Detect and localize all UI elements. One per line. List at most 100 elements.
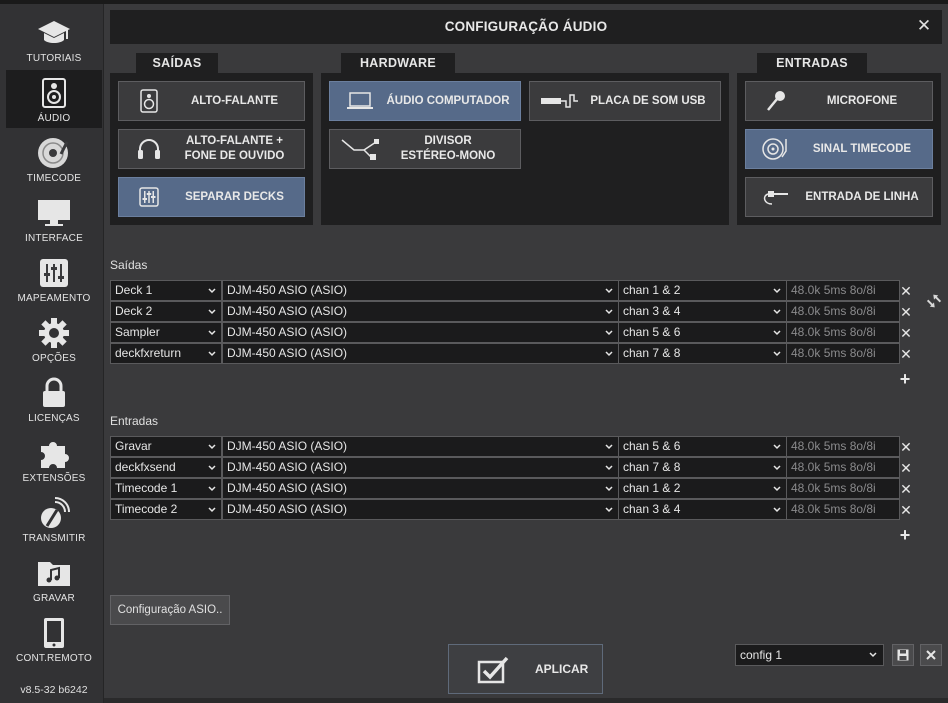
- speaker-output-button[interactable]: ALTO-FALANTE: [118, 81, 305, 121]
- remove-row-button[interactable]: ✕: [900, 440, 912, 454]
- delete-config-button[interactable]: [920, 644, 942, 666]
- chevron-down-icon: [605, 288, 613, 294]
- channel-pair: chan 7 & 8: [623, 346, 681, 360]
- channel-pair-select[interactable]: chan 3 & 4: [618, 499, 787, 520]
- sidebar-item-opcoes[interactable]: OPÇÕES: [6, 310, 102, 368]
- headphones-icon: [129, 130, 169, 168]
- speaker-icon: [6, 76, 102, 110]
- stereo-mono-splitter-button[interactable]: DIVISOR ESTÉREO-MONO: [329, 129, 521, 169]
- sidebar-item-extensoes[interactable]: EXTENSÕES: [6, 430, 102, 488]
- button-label: ALTO-FALANTE + FONE DE OUVIDO: [184, 135, 285, 162]
- channel-pair-select[interactable]: chan 1 & 2: [618, 478, 787, 499]
- button-label: ÁUDIO COMPUTADOR: [386, 94, 510, 107]
- sidebar-item-label: ÁUDIO: [37, 113, 71, 124]
- device-info: 48.0k 5ms 8o/8i: [786, 343, 900, 364]
- sidebar-item-tutoriais[interactable]: TUTORIAIS: [6, 10, 102, 68]
- microphone-button[interactable]: MICROFONE: [745, 81, 933, 121]
- device-select[interactable]: DJM-450 ASIO (ASIO): [222, 301, 619, 322]
- channel-name-select[interactable]: Deck 1: [110, 280, 222, 301]
- channel-pair-select[interactable]: chan 5 & 6: [618, 322, 787, 343]
- broadcast-icon: [6, 496, 102, 530]
- apply-button[interactable]: APLICAR: [448, 644, 603, 694]
- table-row: Deck 1 DJM-450 ASIO (ASIO) chan 1 & 2 48.0k…: [110, 280, 900, 301]
- channel-pair-select[interactable]: chan 1 & 2: [618, 280, 787, 301]
- channel-name: deckfxreturn: [115, 346, 182, 360]
- add-input-button[interactable]: +: [898, 526, 912, 544]
- remove-row-button[interactable]: ✕: [900, 503, 912, 517]
- timecode-signal-button[interactable]: SINAL TIMECODE: [745, 129, 933, 169]
- sidebar-item-gravar[interactable]: GRAVAR: [6, 550, 102, 608]
- channel-name-select[interactable]: Timecode 1: [110, 478, 222, 499]
- button-label: PLACA DE SOM USB: [590, 94, 706, 107]
- device-select[interactable]: DJM-450 ASIO (ASIO): [222, 436, 619, 457]
- separate-decks-button[interactable]: SEPARAR DECKS: [118, 177, 305, 217]
- channel-name-select[interactable]: Gravar: [110, 436, 222, 457]
- remove-row-button[interactable]: ✕: [900, 347, 912, 361]
- add-output-button[interactable]: +: [898, 370, 912, 388]
- channel-name-select[interactable]: deckfxsend: [110, 457, 222, 478]
- chevron-down-icon: [773, 507, 781, 513]
- device-select[interactable]: DJM-450 ASIO (ASIO): [222, 280, 619, 301]
- device-select[interactable]: DJM-450 ASIO (ASIO): [222, 457, 619, 478]
- channel-name: deckfxsend: [115, 460, 176, 474]
- device-info: 48.0k 5ms 8o/8i: [786, 301, 900, 322]
- channel-name: Gravar: [115, 439, 152, 453]
- outputs-panel: ALTO-FALANTE ALTO-FALANTE + FONE DE OUVID…: [110, 73, 313, 225]
- channel-pair-select[interactable]: chan 5 & 6: [618, 436, 787, 457]
- device-info: 48.0k 5ms 8o/8i: [786, 499, 900, 520]
- chevron-down-icon: [208, 486, 216, 492]
- sidebar: TUTORIAIS ÁUDIO TIMECODE INTERFACE MAPEA…: [0, 4, 104, 703]
- sidebar-item-label: TUTORIAIS: [26, 53, 82, 64]
- channel-pair: chan 1 & 2: [623, 481, 681, 495]
- device-select[interactable]: DJM-450 ASIO (ASIO): [222, 343, 619, 364]
- device-select[interactable]: DJM-450 ASIO (ASIO): [222, 478, 619, 499]
- computer-audio-button[interactable]: ÁUDIO COMPUTADOR: [329, 81, 521, 121]
- chevron-down-icon: [605, 444, 613, 450]
- swap-icon[interactable]: [926, 293, 942, 309]
- remove-row-button[interactable]: ✕: [900, 461, 912, 475]
- device-info: 48.0k 5ms 8o/8i: [786, 457, 900, 478]
- channel-name-select[interactable]: deckfxreturn: [110, 343, 222, 364]
- sidebar-item-licencas[interactable]: LICENÇAS: [6, 370, 102, 428]
- remove-row-button[interactable]: ✕: [900, 305, 912, 319]
- sidebar-item-transmitir[interactable]: TRANSMITIR: [6, 490, 102, 548]
- line-input-button[interactable]: ENTRADA DE LINHA: [745, 177, 933, 217]
- channel-name-select[interactable]: Sampler: [110, 322, 222, 343]
- channel-pair-select[interactable]: chan 3 & 4: [618, 301, 787, 322]
- device-name: DJM-450 ASIO (ASIO): [227, 460, 348, 474]
- sidebar-item-cont-remoto[interactable]: CONT.REMOTO: [6, 610, 102, 668]
- save-config-button[interactable]: [892, 644, 914, 666]
- channel-pair-select[interactable]: chan 7 & 8: [618, 457, 787, 478]
- config-preset-select[interactable]: config 1: [735, 644, 884, 666]
- microphone-icon: [756, 82, 796, 120]
- channel-pair-select[interactable]: chan 7 & 8: [618, 343, 787, 364]
- sidebar-item-label: EXTENSÕES: [22, 473, 86, 484]
- sidebar-item-interface[interactable]: INTERFACE: [6, 190, 102, 248]
- device-select[interactable]: DJM-450 ASIO (ASIO): [222, 322, 619, 343]
- close-icon[interactable]: ✕: [916, 17, 932, 34]
- sidebar-item-audio[interactable]: ÁUDIO: [6, 70, 102, 128]
- remove-row-button[interactable]: ✕: [900, 482, 912, 496]
- sidebar-item-mapeamento[interactable]: MAPEAMENTO: [6, 250, 102, 308]
- mixer-icon: [129, 178, 169, 216]
- button-label: DIVISOR ESTÉREO-MONO: [400, 135, 496, 162]
- speaker-headphones-button[interactable]: ALTO-FALANTE + FONE DE OUVIDO: [118, 129, 305, 169]
- chevron-down-icon: [773, 288, 781, 294]
- usb-soundcard-button[interactable]: PLACA DE SOM USB: [529, 81, 721, 121]
- channel-name-select[interactable]: Timecode 2: [110, 499, 222, 520]
- remove-row-button[interactable]: ✕: [900, 326, 912, 340]
- channel-name: Timecode 2: [115, 502, 178, 516]
- lock-icon: [6, 376, 102, 410]
- device-info: 48.0k 5ms 8o/8i: [786, 478, 900, 499]
- channel-pair: chan 3 & 4: [623, 502, 681, 516]
- channel-pair: chan 5 & 6: [623, 325, 681, 339]
- sidebar-item-timecode[interactable]: TIMECODE: [6, 130, 102, 188]
- asio-config-button[interactable]: Configuração ASIO..: [110, 595, 230, 625]
- chevron-down-icon: [605, 330, 613, 336]
- device-select[interactable]: DJM-450 ASIO (ASIO): [222, 499, 619, 520]
- channel-pair: chan 7 & 8: [623, 460, 681, 474]
- remove-row-button[interactable]: ✕: [900, 284, 912, 298]
- sidebar-item-label: TIMECODE: [26, 173, 82, 184]
- channel-name-select[interactable]: Deck 2: [110, 301, 222, 322]
- tab-hardware: HARDWARE: [341, 53, 455, 73]
